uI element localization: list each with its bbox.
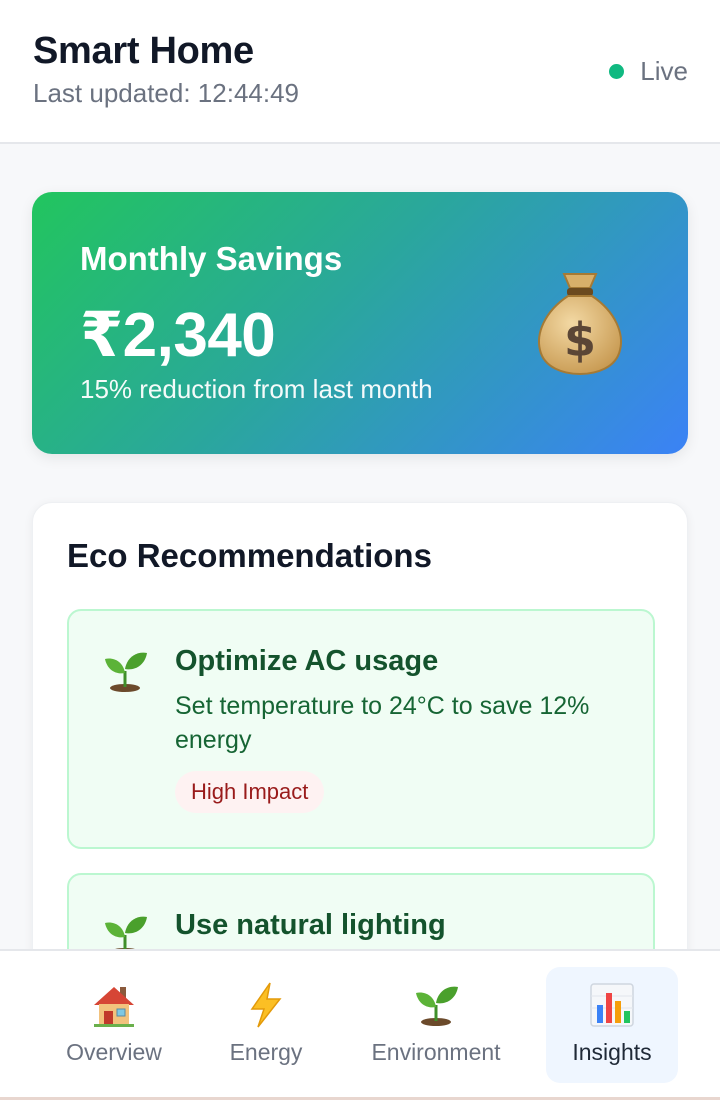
- nav-item-insights[interactable]: Insights: [546, 967, 678, 1083]
- live-dot-icon: [609, 64, 625, 79]
- recommendation-description: Set temperature to 24°C to save 12% ener…: [175, 692, 590, 754]
- money-bag-icon: $: [538, 273, 622, 376]
- app-header: Smart Home Last updated: 12:44:49 Live: [0, 0, 720, 144]
- monthly-savings-card: Monthly Savings ₹2,340 15% reduction fro…: [32, 192, 688, 454]
- recommendation-title: Use natural lighting: [175, 909, 446, 941]
- live-status-label: Live: [640, 56, 688, 86]
- seedling-icon: [105, 916, 147, 949]
- recommendation-item[interactable]: Optimize AC usage Set temperature to 24°…: [67, 609, 655, 849]
- impact-badge: High Impact: [175, 771, 325, 813]
- savings-subtitle: 15% reduction from last month: [80, 374, 433, 404]
- nav-label: Environment: [371, 1039, 501, 1065]
- eco-recommendations-card: Eco Recommendations Optimize AC usage Se…: [32, 502, 688, 949]
- main-content[interactable]: Monthly Savings ₹2,340 15% reduction fro…: [0, 146, 720, 949]
- house-icon: [94, 987, 134, 1027]
- live-status: Live: [609, 56, 688, 87]
- recommendation-title: Optimize AC usage: [175, 645, 439, 677]
- nav-label: Energy: [229, 1039, 303, 1065]
- savings-title: Monthly Savings: [80, 240, 343, 277]
- recommendation-item[interactable]: Use natural lighting: [67, 873, 655, 949]
- seedling-icon: [105, 652, 147, 692]
- bottom-navigation: Overview Energy Environment Insights: [0, 949, 720, 1100]
- eco-recommendations-title: Eco Recommendations: [67, 537, 432, 574]
- nav-label: Insights: [572, 1039, 652, 1065]
- last-updated-text: Last updated: 12:44:49: [33, 78, 300, 108]
- page-title: Smart Home: [33, 30, 254, 72]
- nav-item-energy[interactable]: Energy: [206, 967, 326, 1083]
- seedling-icon: [416, 986, 458, 1026]
- nav-item-environment[interactable]: Environment: [356, 967, 516, 1083]
- nav-item-overview[interactable]: Overview: [50, 967, 178, 1083]
- nav-label: Overview: [66, 1039, 162, 1065]
- savings-amount: ₹2,340: [80, 301, 276, 370]
- lightning-icon: [250, 982, 282, 1028]
- bar-chart-icon: [590, 983, 634, 1027]
- svg-text:$: $: [564, 313, 596, 367]
